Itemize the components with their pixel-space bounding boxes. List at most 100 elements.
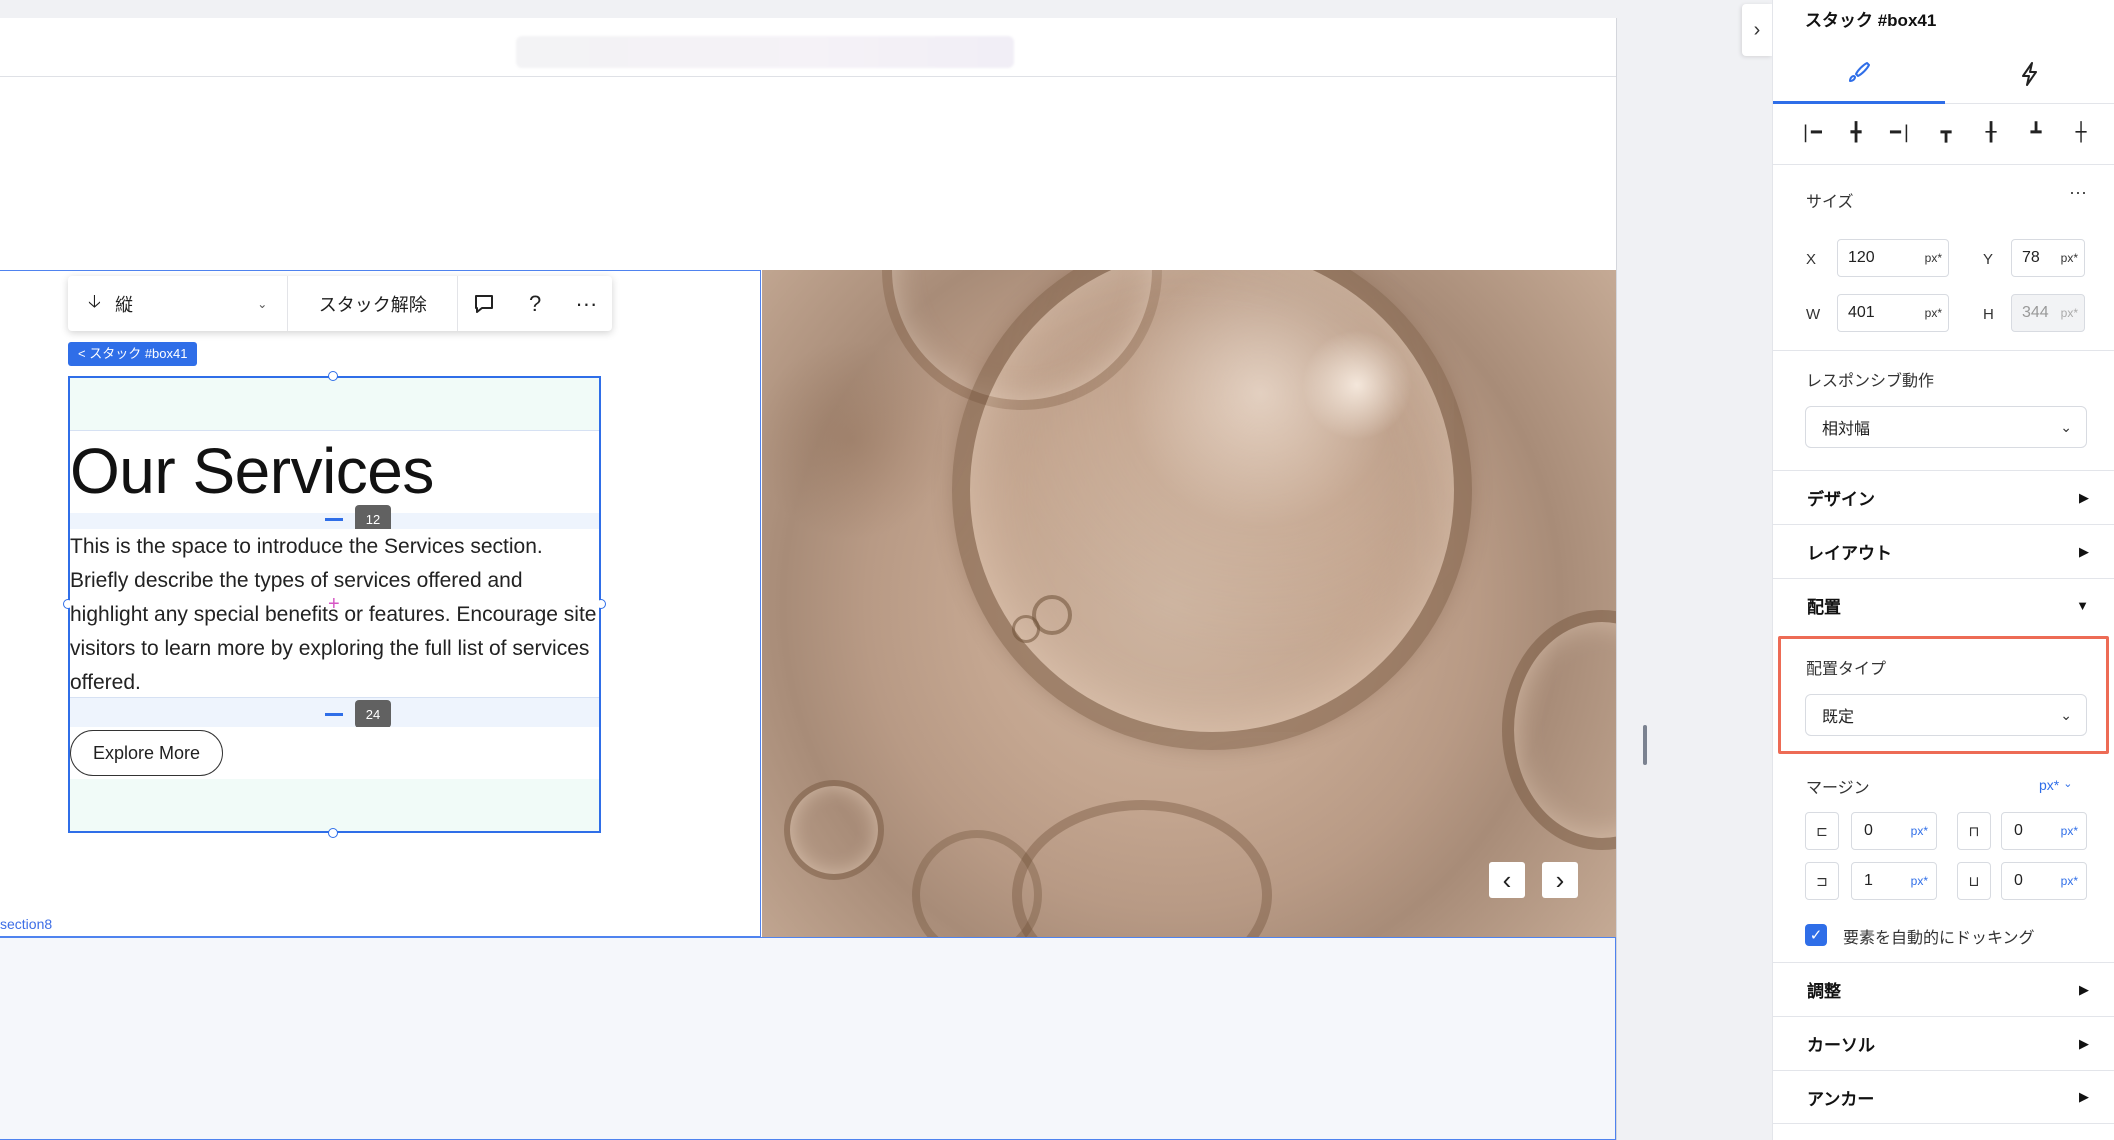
w-unit: px* — [1924, 306, 1942, 320]
alignment-toolbar: |━ ╋ ━| ┳ ╂ ┻ ┼ — [1791, 112, 2101, 152]
bubbles-image[interactable]: ‹ › — [762, 270, 1616, 937]
x-field[interactable]: 120 px* — [1837, 239, 1949, 277]
collapse-panel-button[interactable]: › — [1742, 4, 1772, 56]
unstack-button[interactable]: スタック解除 — [288, 276, 459, 331]
section-anchor[interactable]: アンカー ▶ — [1773, 1070, 2114, 1124]
margin-right-field[interactable]: 1 px* — [1851, 862, 1937, 900]
divider — [1773, 164, 2114, 165]
tab-design[interactable] — [1773, 44, 1945, 104]
margin-right-icon: ⊐ — [1805, 862, 1839, 900]
center-crosshair-icon: + — [328, 593, 340, 615]
gap-indicator[interactable] — [325, 518, 343, 521]
y-value: 78 — [2022, 249, 2040, 266]
bubble — [1502, 610, 1616, 850]
margin-unit-select[interactable]: px* ⌄ — [2039, 777, 2072, 793]
section-placement-label: 配置 — [1807, 598, 1841, 617]
margin-top-field[interactable]: 0 px* — [2001, 812, 2087, 850]
chevron-down-icon: ⌄ — [2060, 706, 2072, 723]
floating-toolbar: 🡣 縦 ⌄ スタック解除 ? ··· — [68, 276, 612, 331]
comment-icon — [474, 294, 493, 313]
services-title[interactable]: Our Services — [70, 430, 434, 512]
placement-type-label: 配置タイプ — [1806, 661, 1887, 678]
responsive-dropdown[interactable]: 相対幅 ⌄ — [1805, 406, 2087, 448]
margin-left-value: 0 — [1864, 822, 1873, 839]
section-adjust[interactable]: 調整 ▶ — [1773, 962, 2114, 1016]
chevron-down-icon: ⌄ — [2060, 418, 2072, 435]
h-label: H — [1983, 306, 1994, 323]
size-more-button[interactable]: ··· — [2069, 182, 2087, 203]
margin-unit-value: px* — [2039, 777, 2060, 793]
section-design[interactable]: デザイン ▶ — [1773, 470, 2114, 524]
triangle-down-icon: ▼ — [2076, 598, 2089, 613]
section-cursor-label: カーソル — [1807, 1036, 1875, 1055]
y-unit: px* — [2060, 251, 2078, 265]
section-design-label: デザイン — [1807, 490, 1875, 509]
tab-interactions[interactable] — [1945, 44, 2114, 104]
section-cursor[interactable]: カーソル ▶ — [1773, 1016, 2114, 1070]
carousel-prev-button[interactable]: ‹ — [1489, 862, 1525, 898]
margin-top-icon: ⊓ — [1957, 812, 1991, 850]
size-label: サイズ — [1806, 194, 1854, 211]
help-button[interactable]: ? — [510, 276, 561, 331]
resize-handle-bottom[interactable] — [328, 828, 338, 838]
align-bottom-icon[interactable]: ┻ — [2016, 112, 2056, 152]
bubble-cluster — [762, 330, 942, 550]
w-label: W — [1806, 306, 1821, 323]
carousel-next-button[interactable]: › — [1542, 862, 1578, 898]
margin-label: マージン — [1806, 780, 1870, 797]
responsive-label: レスポンシブ動作 — [1806, 373, 1935, 390]
margin-left-field[interactable]: 0 px* — [1851, 812, 1937, 850]
margin-unit: px* — [2060, 824, 2078, 838]
align-middle-v-icon[interactable]: ╂ — [1971, 112, 2011, 152]
direction-select[interactable]: 🡣 縦 ⌄ — [68, 276, 289, 331]
section-layout-label: レイアウト — [1807, 544, 1892, 563]
checkmark-icon: ✓ — [1809, 927, 1823, 944]
y-label: Y — [1983, 251, 1994, 268]
section-layout[interactable]: レイアウト ▶ — [1773, 524, 2114, 578]
panel-resize-handle[interactable] — [1643, 725, 1647, 765]
panel-title: スタック #box41 — [1805, 11, 1937, 30]
stack-breadcrumb-tag[interactable]: < スタック #box41 — [68, 342, 198, 366]
chevron-down-icon: ⌄ — [2063, 778, 2073, 790]
h-unit: px* — [2060, 306, 2078, 320]
align-right-icon[interactable]: ━| — [1881, 112, 1921, 152]
explore-more-button[interactable]: Explore More — [70, 730, 223, 776]
auto-dock-label[interactable]: 要素を自動的にドッキング — [1843, 924, 2035, 948]
margin-unit: px* — [1910, 824, 1928, 838]
placement-type-dropdown[interactable]: 既定 ⌄ — [1805, 694, 2087, 736]
section-label[interactable]: section8 — [0, 916, 52, 932]
y-field[interactable]: 78 px* — [2011, 239, 2085, 277]
comment-button[interactable] — [458, 276, 509, 331]
section-adjust-label: 調整 — [1807, 982, 1841, 1001]
gap-indicator[interactable] — [325, 713, 343, 716]
chevron-right-icon: › — [1753, 18, 1761, 41]
auto-dock-checkbox[interactable]: ✓ — [1805, 924, 1827, 946]
margin-top-value: 0 — [2014, 822, 2023, 839]
section-anchor-label: アンカー — [1807, 1089, 1875, 1109]
margin-bottom-field[interactable]: 0 px* — [2001, 862, 2087, 900]
stack-gap — [70, 513, 599, 530]
align-left-icon[interactable]: |━ — [1791, 112, 1831, 152]
h-field: 344 px* — [2011, 294, 2085, 332]
margin-bottom-icon: ⊔ — [1957, 862, 1991, 900]
align-top-icon[interactable]: ┳ — [1926, 112, 1966, 152]
arrow-down-icon: 🡣 — [88, 290, 101, 311]
w-field[interactable]: 401 px* — [1837, 294, 1949, 332]
placement-type-value: 既定 — [1822, 709, 1855, 726]
distribute-icon[interactable]: ┼ — [2061, 112, 2101, 152]
responsive-value: 相対幅 — [1822, 421, 1871, 438]
bubble-highlight — [1302, 330, 1412, 440]
resize-handle-top[interactable] — [328, 371, 338, 381]
bubble — [784, 780, 884, 880]
gap-value-badge[interactable]: 24 — [355, 700, 391, 728]
section-placement[interactable]: 配置 ▼ — [1773, 578, 2114, 632]
bubble — [1012, 615, 1040, 643]
unstack-label: スタック解除 — [318, 294, 427, 315]
bubble — [1012, 800, 1272, 937]
inspector-panel: スタック #box41 |━ ╋ ━| ┳ ╂ ┻ ┼ サイズ ··· X 12… — [1772, 0, 2114, 1140]
x-label: X — [1806, 251, 1817, 268]
align-center-h-icon[interactable]: ╋ — [1836, 112, 1876, 152]
more-actions-button[interactable]: ··· — [561, 276, 612, 331]
x-unit: px* — [1924, 251, 1942, 265]
section-next[interactable] — [0, 937, 1616, 1140]
